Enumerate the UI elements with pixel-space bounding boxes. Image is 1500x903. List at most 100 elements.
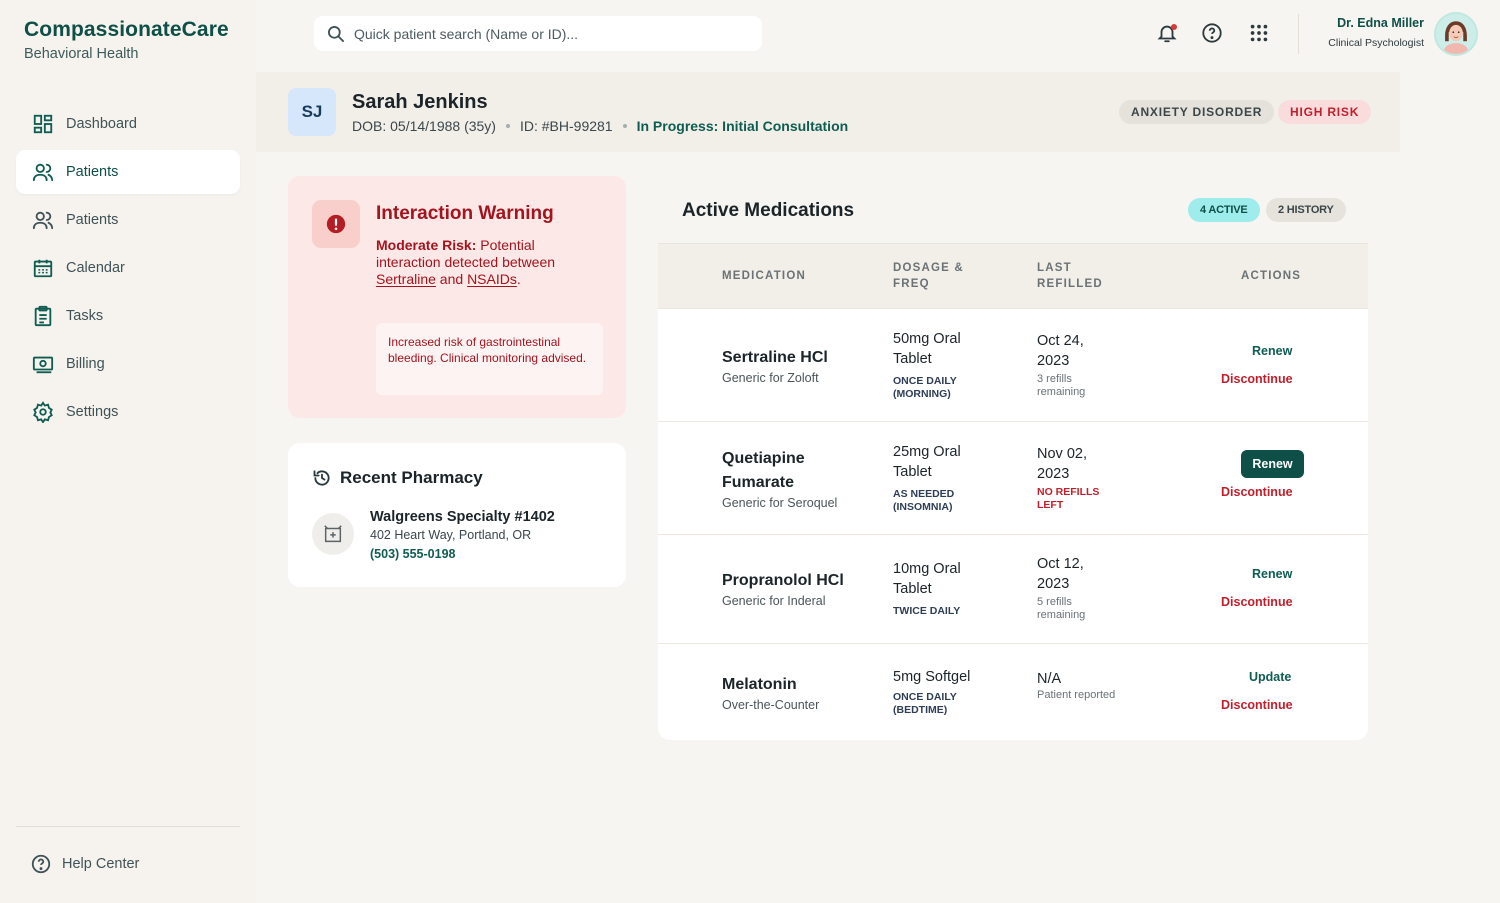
pharmacy-title: Recent Pharmacy (312, 468, 483, 488)
refills-remaining: 5 refills remaining (1037, 596, 1086, 621)
warning-text: . (516, 271, 521, 287)
help-circle-icon[interactable] (1201, 22, 1223, 44)
gear-icon (33, 401, 53, 423)
sidebar: CompassionateCare Behavioral Health Dash… (0, 0, 256, 903)
pharmacy-name: Walgreens Specialty #1402 (370, 509, 555, 525)
medication-frequency: AS NEEDED (INSOMNIA) (893, 488, 955, 513)
clipboard-icon (34, 305, 52, 327)
table-row: Propranolol HCl Generic for Inderal 10mg… (658, 534, 1368, 643)
medication-generic: Over-the-Counter (722, 698, 820, 712)
sidebar-item-patients-2[interactable]: Patients (16, 198, 240, 242)
table-row: Quetiapine Fumarate Generic for Seroquel… (658, 421, 1368, 534)
help-center-label: Help Center (62, 856, 140, 872)
medications-header: Active Medications 4 ACTIVE 2 HISTORY (658, 176, 1368, 244)
sidebar-item-label: Tasks (66, 308, 104, 324)
dashboard-icon (33, 114, 53, 134)
pharmacy-icon-box (312, 513, 354, 555)
renew-button[interactable]: Renew (1252, 344, 1292, 358)
sidebar-item-calendar[interactable]: Calendar (16, 246, 240, 290)
patient-header: SJ Sarah Jenkins DOB: 05/14/1988 (35y) I… (256, 72, 1400, 152)
users-icon (32, 211, 54, 230)
column-last-refilled: LAST REFILLED (1037, 262, 1103, 290)
medication-frequency: TWICE DAILY (893, 605, 961, 617)
last-refilled-date: N/A (1037, 671, 1062, 687)
pharmacy-address: 402 Heart Way, Portland, OR (370, 528, 532, 542)
sidebar-item-patients[interactable]: Patients (16, 150, 240, 194)
notification-dot (1171, 24, 1177, 30)
history-count-tab[interactable]: 2 HISTORY (1266, 198, 1346, 222)
medication-frequency: ONCE DAILY (BEDTIME) (893, 691, 957, 716)
sidebar-item-label: Settings (66, 404, 119, 420)
apps-grid-icon[interactable] (1248, 22, 1270, 44)
search-input[interactable] (354, 25, 734, 42)
brand-name: CompassionateCare (24, 18, 229, 41)
medication-dose: 5mg Softgel (893, 669, 971, 685)
sidebar-item-label: Billing (66, 356, 105, 372)
refills-remaining: NO REFILLS LEFT (1037, 486, 1100, 511)
sidebar-item-billing[interactable]: Billing (16, 342, 240, 386)
top-divider (1298, 14, 1299, 54)
column-dosage: DOSAGE & FREQ (893, 262, 964, 290)
medication-dose: 25mg Oral Tablet (893, 444, 961, 480)
patient-name: Sarah Jenkins (352, 91, 488, 113)
medication-generic: Generic for Zoloft (722, 371, 819, 385)
search-box[interactable] (314, 16, 762, 51)
refills-remaining: Patient reported (1037, 689, 1116, 701)
sidebar-item-label: Patients (66, 212, 119, 228)
pharmacy-phone-link[interactable]: (503) 555-0198 (370, 547, 455, 561)
sidebar-item-label: Dashboard (66, 116, 137, 132)
help-icon (31, 854, 51, 874)
users-icon (32, 163, 54, 182)
medication-name: Melatonin (722, 676, 797, 693)
pharmacy-icon (324, 525, 342, 543)
avatar-portrait-icon (1436, 14, 1476, 54)
warning-body: Moderate Risk: Potential interaction det… (376, 237, 566, 288)
sidebar-item-label: Patients (66, 164, 119, 180)
patient-avatar: SJ (288, 88, 336, 136)
patient-id: ID: #BH-99281 (519, 118, 613, 134)
sidebar-item-label: Calendar (66, 260, 125, 276)
discontinue-button[interactable]: Discontinue (1221, 595, 1293, 609)
visit-status: In Progress: Initial Consultation (636, 118, 849, 134)
active-medications-card: Active Medications 4 ACTIVE 2 HISTORY ME… (658, 176, 1368, 740)
last-refilled-date: Nov 02, 2023 (1037, 446, 1087, 482)
medication-dose: 50mg Oral Tablet (893, 331, 961, 367)
risk-badge: HIGH RISK (1278, 100, 1372, 124)
renew-button[interactable]: Renew (1241, 450, 1304, 478)
user-role: Clinical Psychologist (1328, 37, 1424, 49)
discontinue-button[interactable]: Discontinue (1221, 372, 1293, 386)
renew-button[interactable]: Renew (1252, 567, 1292, 581)
medication-frequency: ONCE DAILY (MORNING) (893, 375, 957, 400)
patient-meta: DOB: 05/14/1988 (35y) ID: #BH-99281 In P… (352, 118, 848, 134)
help-center-link[interactable]: Help Center (16, 842, 139, 886)
warning-note: Increased risk of gastrointestinal bleed… (376, 323, 603, 395)
sidebar-item-dashboard[interactable]: Dashboard (16, 102, 240, 146)
update-button[interactable]: Update (1249, 670, 1291, 684)
last-refilled-date: Oct 24, 2023 (1037, 333, 1084, 369)
warning-icon-box (312, 200, 360, 248)
search-icon (328, 25, 344, 42)
calendar-icon (33, 259, 53, 278)
separator-dot (622, 124, 627, 128)
drug-link-sertraline[interactable]: Sertraline (376, 271, 436, 287)
column-medication: MEDICATION (722, 270, 806, 282)
sidebar-item-settings[interactable]: Settings (16, 390, 240, 434)
sidebar-item-tasks[interactable]: Tasks (16, 294, 240, 338)
pharmacy-title-text: Recent Pharmacy (340, 468, 483, 487)
brand-subtitle: Behavioral Health (24, 46, 139, 62)
medication-generic: Generic for Seroquel (722, 496, 838, 510)
discontinue-button[interactable]: Discontinue (1221, 485, 1293, 499)
discontinue-button[interactable]: Discontinue (1221, 698, 1293, 712)
brand[interactable]: CompassionateCare Behavioral Health (24, 18, 229, 62)
refills-remaining: 3 refills remaining (1037, 373, 1086, 398)
top-bar: Dr. Edna Miller Clinical Psychologist (256, 0, 1500, 72)
drug-link-nsaids[interactable]: NSAIDs (467, 271, 517, 287)
column-actions: ACTIONS (1241, 270, 1302, 282)
table-row: Sertraline HCl Generic for Zoloft 50mg O… (658, 308, 1368, 421)
history-icon (313, 470, 330, 486)
avatar[interactable] (1434, 12, 1478, 56)
medication-name: Propranolol HCl (722, 572, 844, 589)
active-count-tab[interactable]: 4 ACTIVE (1188, 198, 1260, 222)
table-row: Melatonin Over-the-Counter 5mg Softgel O… (658, 643, 1368, 740)
medication-generic: Generic for Inderal (722, 594, 826, 608)
